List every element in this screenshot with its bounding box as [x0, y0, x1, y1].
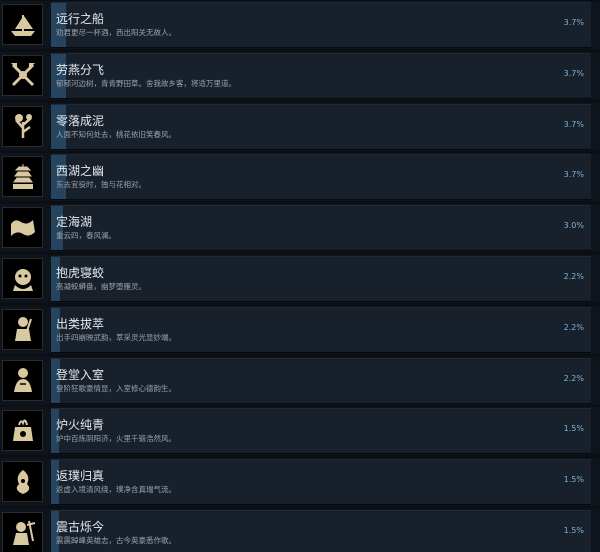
ancient-warrior-icon [2, 512, 43, 552]
pagoda-icon [2, 156, 43, 198]
unlock-percent: 2.2% [563, 272, 584, 281]
achievement-row[interactable]: 炉火纯青 炉中百炼阴阳济，火里千锻浩然风。 1.5% [0, 407, 600, 456]
tiger-icon [2, 258, 43, 299]
unlock-percent: 3.0% [563, 221, 584, 231]
achievement-title: 出类拔萃 [56, 316, 105, 331]
achievement-title: 返璞归真 [56, 469, 105, 484]
achievement-description: 出手四崩映武韵，萃采灵光显妙端。 [56, 332, 176, 342]
achievement-title: 炉火纯青 [56, 418, 105, 433]
progress-bar [51, 306, 591, 353]
progress-bar [51, 103, 591, 150]
unlock-percent: 3.7% [563, 18, 584, 27]
achievement-list: 远行之船 劝君更尽一杯酒，西出阳关无故人。 3.7% 劳燕分飞 郁郁河边树，青青野田草。… [0, 0, 600, 552]
achievement-row[interactable]: 震古烁今震震踔峰英雄志，古今英豪悉作歌。 1.5% [0, 509, 600, 552]
unlock-percent: 1.5% [563, 424, 584, 434]
achievement-description: 郁郁河边树，青青野田草。舍我故乡客，将适万里道。 [56, 78, 236, 88]
withered-tree-icon [2, 105, 43, 147]
achievement-description: 炉中百炼阴阳济，火里千锻浩然风。 [56, 434, 176, 444]
achievement-row[interactable]: 劳燕分飞 郁郁河边树，青青野田草。舍我故乡客，将适万里道。 3.7% [0, 51, 600, 100]
achievement-title: 远行之船 [56, 12, 105, 26]
crossed-axes-icon [2, 54, 43, 96]
achievement-description: 东去宜役时，独与花相对。 [56, 180, 146, 190]
unlock-percent: 1.5% [563, 526, 584, 535]
unlock-percent: 3.7% [563, 68, 584, 78]
spirit-icon [2, 461, 43, 503]
unlock-percent: 1.5% [563, 475, 584, 485]
achievement-row[interactable]: 出类拔萃 出手四崩映武韵，萃采灵光显妙端。 2.2% [0, 305, 600, 354]
achievement-row[interactable]: 定海湖 重云四，春风澜。 3.0% [0, 204, 600, 253]
achievement-row[interactable]: 远行之船劝君更尽一杯酒，西出阳关无故人。 3.7% [0, 1, 600, 49]
achievement-description: 亮凝蛟蟒盘，幽梦堕雁灵。 [56, 282, 146, 291]
warrior-icon [2, 308, 43, 350]
achievement-description: 重云四，春风澜。 [56, 231, 116, 241]
achievement-title: 登堂入室 [56, 367, 105, 382]
unlock-percent: 2.2% [563, 373, 584, 383]
unlock-percent: 3.7% [563, 170, 584, 180]
achievement-row[interactable]: 西湖之幽 东去宜役时，独与花相对。 3.7% [0, 153, 600, 202]
achievement-description: 返虚入境清风绕，璞净含真瑞气流。 [56, 485, 176, 495]
achievement-row[interactable]: 零落成泥 人面不知何处去，桃花依旧笑春风。 3.7% [0, 102, 600, 151]
achievement-title: 定海湖 [56, 215, 93, 230]
progress-bar [51, 459, 591, 506]
progress-bar [51, 357, 591, 404]
unlock-percent: 3.7% [563, 119, 584, 129]
progress-bar [51, 205, 591, 252]
progress-bar [51, 256, 591, 302]
achievement-title: 震古烁今 [56, 520, 105, 534]
sage-icon [2, 359, 43, 401]
achievement-row[interactable]: 抱虎寝蛟亮凝蛟蟒盘，幽梦堕雁灵。 2.2% [0, 255, 600, 303]
achievement-title: 抱虎寝蛟 [56, 266, 105, 280]
achievement-title: 零落成泥 [56, 113, 105, 128]
progress-bar [51, 154, 591, 201]
unlock-percent: 2.2% [563, 322, 584, 332]
boat-icon [2, 4, 43, 45]
achievement-description: 劝君更尽一杯酒，西出阳关无故人。 [56, 28, 176, 37]
progress-bar [51, 52, 591, 99]
progress-bar [51, 2, 591, 48]
achievement-title: 劳燕分飞 [56, 62, 105, 77]
scroll-icon [2, 207, 43, 249]
achievement-row[interactable]: 返璞归真 返虚入境清风绕，璞净含真瑞气流。 1.5% [0, 458, 600, 507]
progress-bar [51, 408, 591, 455]
achievement-title: 西湖之幽 [56, 164, 105, 179]
achievement-row[interactable]: 登堂入室 登阶狂歌豪情显，入室修心德韵生。 2.2% [0, 356, 600, 405]
achievement-description: 人面不知何处去，桃花依旧笑春风。 [56, 129, 176, 139]
furnace-icon [2, 410, 43, 452]
achievement-description: 震震踔峰英雄志，古今英豪悉作歌。 [56, 536, 176, 545]
achievement-description: 登阶狂歌豪情显，入室修心德韵生。 [56, 383, 176, 393]
